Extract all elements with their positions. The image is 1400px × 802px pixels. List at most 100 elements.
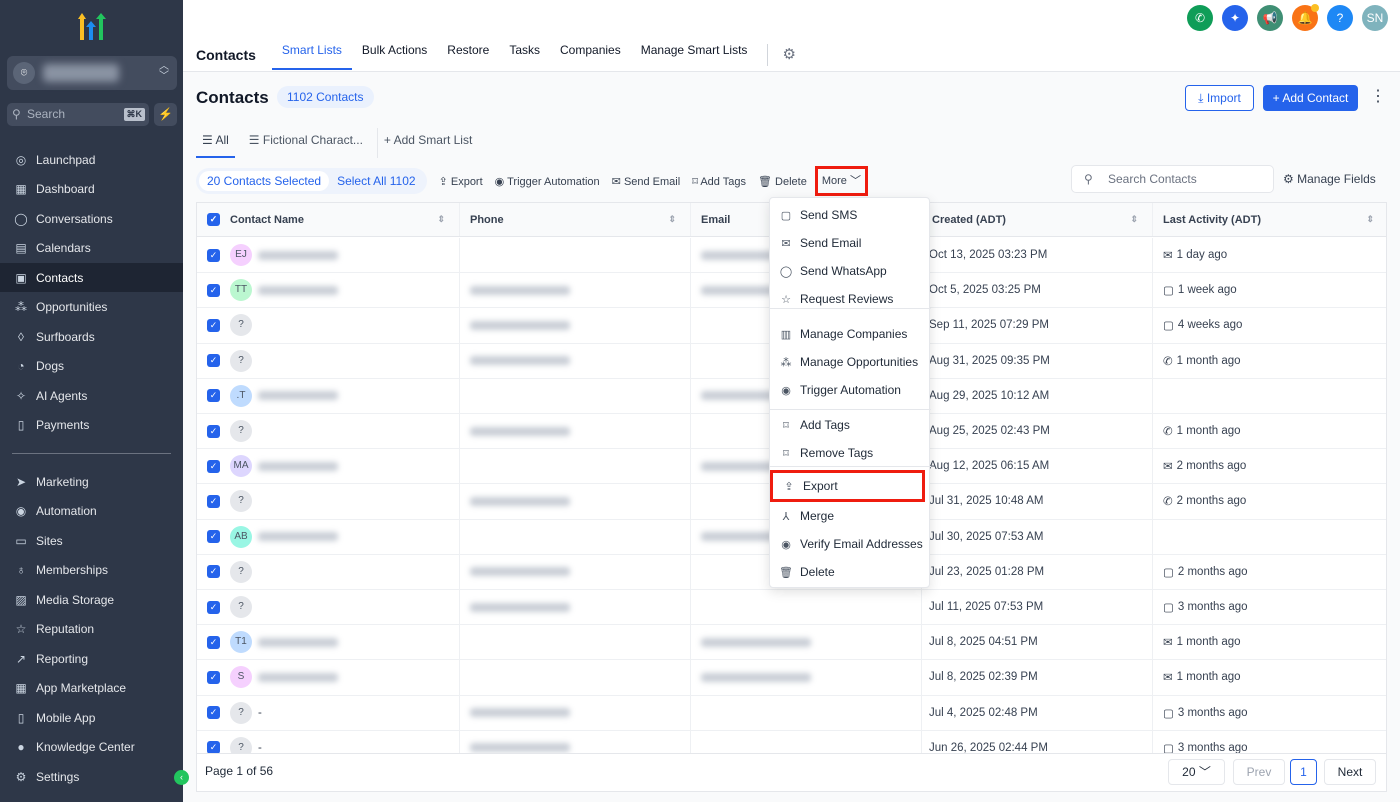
- menu-item-request-reviews[interactable]: ☆ Request Reviews: [770, 285, 931, 313]
- delete-button[interactable]: 🗑 Delete: [758, 175, 807, 188]
- help-icon[interactable]: ?: [1327, 5, 1353, 31]
- smart-list-fictional[interactable]: ☰ Fictional Charact...: [243, 128, 369, 158]
- manage-fields-button[interactable]: ⚙ Manage Fields: [1283, 172, 1376, 186]
- menu-item-remove-tags[interactable]: ⌑ Remove Tags: [770, 439, 931, 467]
- trigger-automation-button[interactable]: ◉ Trigger Automation: [495, 175, 600, 188]
- more-dropdown-button[interactable]: More ﹀: [814, 166, 868, 196]
- contact-name-blurred[interactable]: [258, 250, 338, 260]
- sidebar-item-dogs[interactable]: ◔ Dogs: [0, 352, 183, 381]
- row-checkbox[interactable]: ✓: [207, 741, 220, 753]
- sidebar-item-surfboards[interactable]: ◊ Surfboards: [0, 322, 183, 351]
- row-checkbox[interactable]: ✓: [207, 248, 220, 262]
- contact-name-blurred[interactable]: [258, 391, 338, 401]
- sort-icon[interactable]: ⇕: [668, 214, 676, 225]
- account-switcher[interactable]: ⌾ ︿ ﹀: [7, 56, 177, 90]
- sidebar-item-calendars[interactable]: ▤ Calendars: [0, 234, 183, 263]
- sidebar-item-media-storage[interactable]: ▨ Media Storage: [0, 585, 183, 614]
- column-header[interactable]: Email: [701, 214, 730, 226]
- row-checkbox[interactable]: ✓: [207, 424, 220, 438]
- table-row[interactable]: ✓? - Jun 26, 2025 02:44 PM ▢ 3 months ago: [197, 730, 1386, 753]
- sidebar-item-dashboard[interactable]: ▦ Dashboard: [0, 175, 183, 204]
- sidebar-item-mobile-app[interactable]: ▯ Mobile App: [0, 703, 183, 732]
- table-row[interactable]: ✓? - Jul 4, 2025 02:48 PM ▢ 3 months ago: [197, 695, 1386, 731]
- sidebar-search[interactable]: ⚲ Search ⌘K: [7, 103, 149, 126]
- sidebar-item-contacts[interactable]: ▣ Contacts: [0, 263, 183, 292]
- row-checkbox[interactable]: ✓: [207, 670, 220, 684]
- send-email-button[interactable]: ✉ Send Email: [612, 175, 681, 188]
- bell-icon[interactable]: 🔔: [1292, 4, 1319, 31]
- sidebar-item-ai-agents[interactable]: ✧ AI Agents: [0, 381, 183, 410]
- sidebar-item-marketing[interactable]: ➤ Marketing: [0, 467, 183, 496]
- row-checkbox[interactable]: ✓: [207, 459, 220, 473]
- row-checkbox[interactable]: ✓: [207, 706, 220, 720]
- import-button[interactable]: ⤓ Import: [1185, 85, 1254, 111]
- column-header[interactable]: Phone: [470, 214, 504, 226]
- sort-icon[interactable]: ⇕: [1130, 214, 1138, 225]
- next-button[interactable]: Next: [1324, 759, 1376, 785]
- table-row[interactable]: ✓ S Jul 8, 2025 02:39 PM ✉ 1 month ago: [197, 660, 1386, 696]
- contact-name-blurred[interactable]: [258, 532, 338, 542]
- menu-item-trigger-automation[interactable]: ◉ Trigger Automation: [770, 376, 931, 404]
- row-checkbox[interactable]: ✓: [207, 635, 220, 649]
- collapse-sidebar-button[interactable]: ‹: [174, 770, 189, 785]
- sort-icon[interactable]: ⇕: [1366, 214, 1374, 225]
- tab-bulk-actions[interactable]: Bulk Actions: [352, 40, 437, 70]
- sidebar-item-conversations[interactable]: ◯ Conversations: [0, 204, 183, 233]
- row-checkbox[interactable]: ✓: [207, 389, 220, 403]
- sidebar-item-settings[interactable]: ⚙ Settings: [0, 762, 183, 791]
- table-row[interactable]: ✓? Jul 11, 2025 07:53 PM ▢ 3 months ago: [197, 590, 1386, 626]
- select-all-button[interactable]: Select All 1102: [329, 171, 424, 191]
- row-checkbox[interactable]: ✓: [207, 283, 220, 297]
- contact-name[interactable]: -: [258, 742, 262, 753]
- column-header[interactable]: Created (ADT): [932, 214, 1006, 226]
- tab-restore[interactable]: Restore: [437, 40, 499, 70]
- column-header[interactable]: Contact Name: [230, 214, 304, 226]
- sidebar-item-app-marketplace[interactable]: ▦ App Marketplace: [0, 674, 183, 703]
- menu-item-verify-email-addresses[interactable]: ◉ Verify Email Addresses: [770, 530, 931, 558]
- row-checkbox[interactable]: ✓: [207, 600, 220, 614]
- row-checkbox[interactable]: ✓: [207, 494, 220, 508]
- menu-item-merge[interactable]: ⅄ Merge: [770, 502, 931, 530]
- search-contacts-input[interactable]: ⚲ Search Contacts: [1071, 165, 1274, 193]
- sidebar-item-memberships[interactable]: ♁ Memberships: [0, 556, 183, 585]
- row-checkbox[interactable]: ✓: [207, 318, 220, 332]
- export-button[interactable]: ⇪ Export: [439, 175, 483, 188]
- sidebar-item-sites[interactable]: ▭ Sites: [0, 526, 183, 555]
- contact-name-blurred[interactable]: [258, 285, 338, 295]
- contact-name-blurred[interactable]: [258, 672, 338, 682]
- tab-manage-smart-lists[interactable]: Manage Smart Lists: [631, 40, 758, 70]
- tab-companies[interactable]: Companies: [550, 40, 631, 70]
- select-all-checkbox[interactable]: ✓: [207, 213, 220, 226]
- add-contact-button[interactable]: + Add Contact: [1263, 85, 1358, 111]
- add-tags-button[interactable]: ⌑ Add Tags: [692, 175, 746, 188]
- menu-item-send-email[interactable]: ✉ Send Email: [770, 229, 931, 257]
- menu-item-manage-companies[interactable]: ▥ Manage Companies: [770, 320, 931, 348]
- row-checkbox[interactable]: ✓: [207, 565, 220, 579]
- menu-item-send-sms[interactable]: ▢ Send SMS: [770, 201, 931, 229]
- sidebar-item-opportunities[interactable]: ⁂ Opportunities: [0, 293, 183, 322]
- phone-icon[interactable]: ✆: [1187, 5, 1213, 31]
- prev-button[interactable]: Prev: [1233, 759, 1285, 785]
- megaphone-icon[interactable]: 📢: [1257, 5, 1283, 31]
- ai-sparkle-icon[interactable]: ✦: [1222, 5, 1248, 31]
- sidebar-item-knowledge-center[interactable]: ● Knowledge Center: [0, 733, 183, 762]
- add-smart-list[interactable]: + Add Smart List: [376, 128, 478, 158]
- menu-item-send-whatsapp[interactable]: ◯ Send WhatsApp: [770, 257, 931, 285]
- menu-item-delete[interactable]: 🗑 Delete: [770, 558, 931, 586]
- menu-item-add-tags[interactable]: ⌑ Add Tags: [770, 411, 931, 439]
- more-options-icon[interactable]: ⋮: [1370, 86, 1386, 106]
- user-avatar[interactable]: SN: [1362, 5, 1388, 31]
- sidebar-item-automation[interactable]: ◉ Automation: [0, 497, 183, 526]
- menu-item-export[interactable]: ⇪ Export: [770, 470, 925, 502]
- contact-name-blurred[interactable]: [258, 637, 338, 647]
- tab-tasks[interactable]: Tasks: [499, 40, 550, 70]
- row-checkbox[interactable]: ✓: [207, 354, 220, 368]
- quick-action-bolt-icon[interactable]: ⚡: [154, 103, 177, 126]
- contact-name-blurred[interactable]: [258, 461, 338, 471]
- sidebar-item-reporting[interactable]: ↗ Reporting: [0, 644, 183, 673]
- settings-gear-icon[interactable]: ⚙: [767, 44, 796, 66]
- tab-smart-lists[interactable]: Smart Lists: [271, 40, 352, 70]
- menu-item-manage-opportunities[interactable]: ⁂ Manage Opportunities: [770, 348, 931, 376]
- row-checkbox[interactable]: ✓: [207, 530, 220, 544]
- table-row[interactable]: ✓ T1 Jul 8, 2025 04:51 PM ✉ 1 month ago: [197, 625, 1386, 661]
